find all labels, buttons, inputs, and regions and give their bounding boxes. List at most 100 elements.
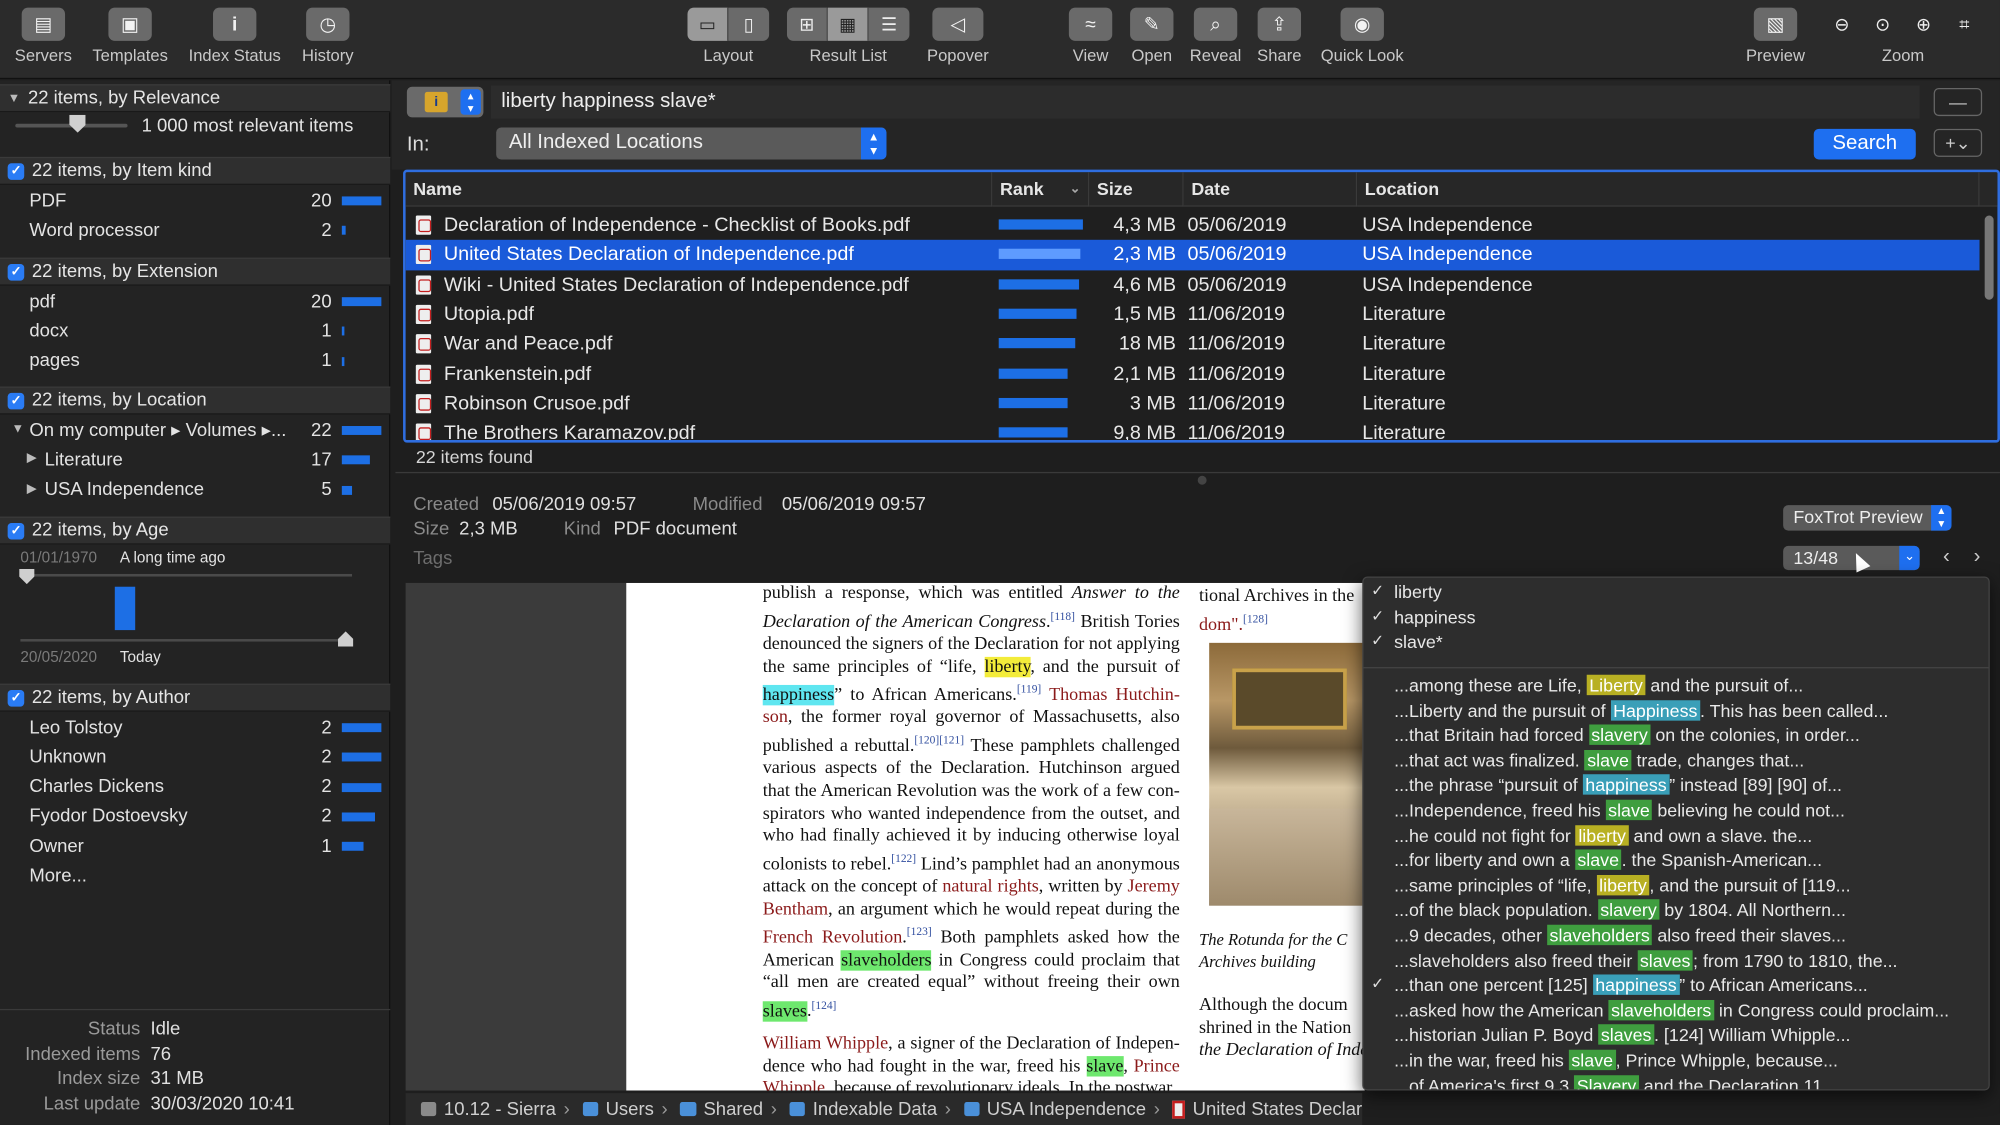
share-button[interactable]: ⇪ Share [1253, 7, 1307, 65]
previous-hit-button[interactable]: ‹ [1934, 546, 1960, 570]
remove-criteria-button[interactable]: — [1933, 88, 1983, 117]
search-scope-button[interactable]: i ▴ ▾ [406, 86, 484, 118]
hit-item[interactable]: ...same principles of “life, liberty, an… [1394, 874, 1851, 900]
tags-label[interactable]: Tags [413, 548, 452, 568]
preview-button[interactable]: ▧ Preview [1740, 7, 1811, 65]
crop-icon[interactable]: ⌗ [1948, 8, 1981, 41]
facet-author-row[interactable]: Leo Tolstoy 2 [0, 713, 390, 742]
path-item[interactable]: United States Declar [1193, 1099, 1363, 1119]
split-handle-icon[interactable] [1197, 475, 1207, 485]
table-row[interactable]: Utopia.pdf 1,5 MB 11/06/2019 Literature [406, 300, 1980, 330]
age-top-track[interactable] [20, 573, 353, 577]
view-button[interactable]: ≈ View [1066, 7, 1114, 65]
hit-item[interactable]: ...Liberty and the pursuit of Happiness.… [1394, 699, 1888, 725]
hit-item[interactable]: ...of the black population. slavery by 1… [1394, 899, 1846, 925]
result-list-control[interactable]: ⊞ ▦ ☰ Result List [786, 7, 911, 65]
search-button[interactable]: Search [1813, 128, 1916, 160]
search-term-item[interactable]: ✓ happiness [1371, 607, 1475, 632]
split-divider[interactable] [395, 471, 2000, 474]
facet-location-header[interactable]: ✓ 22 items, by Location [0, 386, 391, 415]
facet-kind-header[interactable]: ✓ 22 items, by Item kind [0, 156, 391, 185]
hit-item[interactable]: ...9 decades, other slaveholders also fr… [1394, 924, 1846, 950]
zoom-in-icon[interactable]: ⊕ [1907, 8, 1940, 41]
age-end-knob[interactable] [338, 631, 354, 647]
column-header-date[interactable]: Date [1183, 172, 1358, 207]
disclosure-triangle-icon[interactable]: ▶ [27, 452, 37, 466]
open-button[interactable]: ✎ Open [1128, 7, 1176, 65]
table-row[interactable]: Robinson Crusoe.pdf 3 MB 11/06/2019 Literat… [406, 389, 1980, 419]
hit-item[interactable]: ...that Britain had forced slavery on th… [1394, 724, 1860, 750]
grid-icon[interactable]: ⊞ [786, 7, 828, 41]
hit-item[interactable]: ...historian Julian P. Boyd slaves. [124… [1394, 1024, 1851, 1050]
path-item[interactable]: 10.12 - Sierra [444, 1099, 556, 1119]
add-criteria-button[interactable]: +⌄ [1933, 128, 1983, 157]
table-row[interactable]: Wiki - United States Declaration of Inde… [406, 270, 1980, 300]
facet-author-row[interactable]: Owner 1 [0, 832, 390, 861]
document-preview[interactable]: publish a response, which was entitled A… [405, 582, 1365, 1091]
checkbox-icon[interactable]: ✓ [7, 162, 25, 180]
disclosure-triangle-icon[interactable]: ▶ [27, 482, 37, 496]
facet-location-row[interactable]: ▶ Literature 17 [0, 446, 390, 475]
checkbox-icon[interactable]: ✓ [7, 263, 25, 280]
table-row[interactable]: The Brothers Karamazov.pdf 9,8 MB 11/06/20… [406, 418, 1980, 441]
facet-extension-row[interactable]: pdf 20 [0, 287, 390, 316]
history-button[interactable]: ◷ History [293, 7, 362, 65]
hit-item[interactable]: ...for liberty and own a slave. the Span… [1394, 849, 1822, 875]
next-hit-button[interactable]: › [1964, 546, 1990, 570]
facet-author-header[interactable]: ✓ 22 items, by Author [0, 683, 391, 712]
zoom-fit-icon[interactable]: ⊙ [1866, 8, 1899, 41]
column-header-location[interactable]: Location [1357, 172, 1980, 207]
search-term-item[interactable]: ✓ slave* [1371, 632, 1443, 657]
zoom-out-icon[interactable]: ⊖ [1825, 8, 1858, 41]
popover-button[interactable]: ◁ Popover [921, 7, 995, 65]
layout-control[interactable]: ▭ ▯ Layout [686, 7, 770, 65]
index-status-button[interactable]: i Index Status [182, 7, 287, 65]
table-icon[interactable]: ▦ [827, 7, 869, 41]
table-row[interactable]: United States Declaration of Independenc… [405, 240, 1980, 270]
facet-extension-row[interactable]: pages 1 [0, 346, 390, 375]
hit-item[interactable]: ...slaveholders also freed their slaves;… [1394, 949, 1898, 975]
hit-item[interactable]: ...the phrase “pursuit of happiness” ins… [1394, 774, 1842, 800]
table-scrollbar[interactable] [1984, 215, 1994, 300]
table-row[interactable]: Declaration of Independence - Checklist … [406, 210, 1980, 240]
layout-vertical-icon[interactable]: ▯ [728, 7, 770, 41]
facet-relevance-header[interactable]: ▼ 22 items, by Relevance [0, 84, 391, 113]
relevance-slider-knob[interactable] [69, 114, 86, 133]
facet-age-header[interactable]: ✓ 22 items, by Age [0, 516, 391, 545]
facet-author-row[interactable]: Fyodor Dostoevsky 2 [0, 802, 390, 831]
column-header-size[interactable]: Size [1089, 172, 1184, 207]
facet-location-row[interactable]: ▶ USA Independence 5 [0, 475, 390, 504]
hit-item[interactable]: ...asked how the American slaveholders i… [1394, 999, 1949, 1025]
stepper-icon[interactable]: ▴ ▾ [460, 89, 481, 115]
hit-item[interactable]: ✓ ...than one percent [125] happiness” to… [1371, 974, 1868, 1000]
checkbox-icon[interactable]: ✓ [7, 522, 25, 539]
hit-item[interactable]: ...in the war, freed his slave, Prince W… [1394, 1049, 1838, 1075]
location-select[interactable]: All Indexed Locations ▲ ▼ [496, 127, 887, 160]
hit-item[interactable]: ...among these are Life, Liberty and the… [1394, 674, 1803, 700]
table-row[interactable]: Frankenstein.pdf 2,1 MB 11/06/2019 Literatu… [406, 359, 1980, 389]
facet-kind-row[interactable]: PDF 20 [0, 186, 390, 215]
facet-kind-row[interactable]: Word processor 2 [0, 216, 390, 245]
hits-dropdown[interactable]: ✓ liberty ✓ happiness ✓ slave* ...among these… [1362, 576, 1990, 1091]
table-row[interactable]: War and Peace.pdf 18 MB 11/06/2019 Literatu… [406, 329, 1980, 359]
facet-location-row[interactable]: ▼ On my computer ▸ Volumes ▸... 22 [0, 416, 390, 445]
facet-author-row[interactable]: Charles Dickens 2 [0, 772, 390, 801]
disclosure-triangle-icon[interactable]: ▼ [8, 91, 21, 105]
hit-item[interactable]: ...that act was finalized. slave trade, … [1394, 749, 1804, 775]
reveal-button[interactable]: ⌕ Reveal [1185, 7, 1246, 65]
list-icon[interactable]: ☰ [868, 7, 910, 41]
facet-author-row[interactable]: Unknown 2 [0, 743, 390, 772]
path-item[interactable]: Users [606, 1099, 654, 1119]
facet-extension-header[interactable]: ✓ 22 items, by Extension [0, 257, 391, 286]
preview-mode-select[interactable]: FoxTrot Preview ▲ ▼ [1783, 505, 1952, 531]
disclosure-triangle-icon[interactable]: ▼ [11, 422, 24, 436]
path-item[interactable]: Shared [703, 1099, 763, 1119]
hit-item[interactable]: ...he could not fight for liberty and ow… [1394, 824, 1812, 850]
column-header-name[interactable]: Name [405, 172, 993, 207]
hit-item[interactable]: ...Independence, freed his slave believi… [1394, 799, 1845, 825]
path-item[interactable]: Indexable Data [813, 1099, 937, 1119]
search-term-item[interactable]: ✓ liberty [1371, 582, 1442, 607]
templates-button[interactable]: ▣ Templates [84, 7, 176, 65]
layout-horizontal-icon[interactable]: ▭ [687, 7, 729, 41]
checkbox-icon[interactable]: ✓ [7, 392, 25, 409]
